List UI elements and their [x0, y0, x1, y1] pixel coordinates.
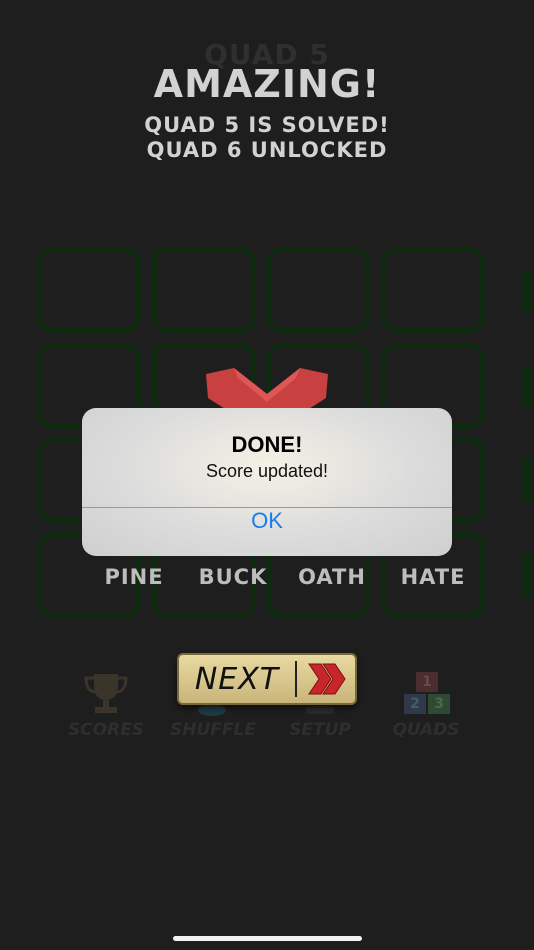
nav-label-setup: SETUP: [289, 720, 351, 740]
number-blocks-icon: 1 2 3: [400, 672, 454, 716]
row-indicator: [522, 272, 532, 314]
row-indicator: [522, 460, 532, 502]
grid-cell: [381, 247, 485, 333]
dialog-title: DONE!: [231, 432, 303, 457]
ok-button[interactable]: OK: [82, 508, 452, 556]
word-4[interactable]: HATE: [378, 565, 488, 589]
nav-quads[interactable]: 1 2 3 QUADS: [366, 670, 486, 742]
word-3[interactable]: OATH: [277, 565, 387, 589]
nav-label-shuffle: SHUFFLE: [170, 720, 256, 740]
next-button[interactable]: NEXT: [177, 653, 357, 705]
double-chevron-right-icon: [308, 663, 346, 695]
grid-cell: [37, 247, 141, 333]
dialog-message: Score updated!: [205, 461, 329, 481]
nav-label-quads: QUADS: [392, 720, 460, 740]
trophy-icon: [84, 674, 128, 713]
status-solved: QUAD 5 IS SOLVED!: [144, 113, 390, 137]
setup-icon: [306, 706, 334, 714]
row-indicator: [522, 554, 532, 596]
row-indicator: [522, 366, 532, 408]
next-label: NEXT: [194, 661, 280, 697]
home-indicator[interactable]: [173, 936, 362, 941]
word-2[interactable]: BUCK: [178, 565, 288, 589]
status-unlocked: QUAD 6 UNLOCKED: [146, 138, 388, 162]
grid-cell: [152, 247, 256, 333]
next-divider: [295, 661, 297, 697]
headline: AMAZING!: [153, 62, 381, 106]
grid-cell: [266, 247, 370, 333]
nav-label-scores: SCORES: [67, 720, 145, 740]
red-x-mark-icon: [206, 368, 328, 412]
alert-dialog: DONE! Score updated! OK: [82, 408, 452, 556]
nav-scores[interactable]: SCORES: [46, 670, 166, 742]
word-1[interactable]: PINE: [79, 565, 189, 589]
